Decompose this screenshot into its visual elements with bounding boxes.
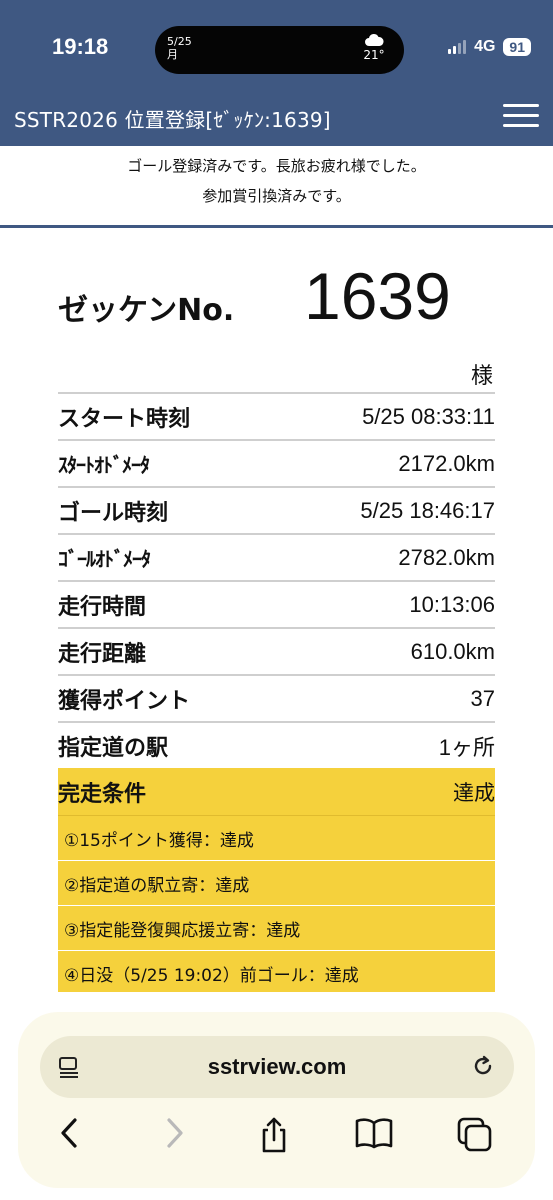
row-value: 37 xyxy=(470,685,495,711)
row-label: 走行時間 xyxy=(58,594,147,620)
browser-toolbar: sstrview.com xyxy=(18,1012,535,1188)
table-row: ゴール時刻 5/25 18:46:17 xyxy=(58,486,495,533)
back-icon[interactable] xyxy=(58,1116,82,1154)
table-row: ｽﾀｰﾄｵﾄﾞﾒｰﾀ 2172.0km xyxy=(58,439,495,486)
island-day: 月 xyxy=(167,48,178,61)
table-row: 獲得ポイント 37 xyxy=(58,674,495,721)
address-bar[interactable]: sstrview.com xyxy=(40,1036,514,1098)
zekken-number: 1639 xyxy=(304,259,451,333)
condition-item: ④日没（5/25 19:02）前ゴール：達成 xyxy=(64,966,359,986)
island-weather: 21° xyxy=(358,32,390,62)
network-type: 4G xyxy=(474,38,496,55)
island-date: 5/25 xyxy=(167,35,192,48)
table-row: 指定道の駅 1ヶ所 xyxy=(58,721,495,768)
table-row: 走行時間 10:13:06 xyxy=(58,580,495,627)
row-label: ｺﾞｰﾙｵﾄﾞﾒｰﾀ xyxy=(58,547,151,571)
conditions-status: 達成 xyxy=(453,780,495,805)
status-right: 4G 91 xyxy=(448,38,531,56)
status-time: 19:18 xyxy=(52,34,109,59)
cellular-signal-icon xyxy=(448,40,467,54)
completion-conditions: 完走条件 達成 ①15ポイント獲得：達成 ②指定道の駅立寄：達成 ③指定能登復興… xyxy=(58,768,495,992)
cloudy-night-icon xyxy=(365,33,384,46)
row-label: ゴール時刻 xyxy=(58,500,169,526)
honorific: 様 xyxy=(470,364,493,389)
app-header: SSTR2026 位置登録[ｾﾞｯｹﾝ:1639] xyxy=(0,96,553,146)
record-table: スタート時刻 5/25 08:33:11 ｽﾀｰﾄｵﾄﾞﾒｰﾀ 2172.0km… xyxy=(58,392,495,768)
row-value: 1ヶ所 xyxy=(438,734,495,760)
row-label: スタート時刻 xyxy=(58,406,191,432)
share-icon[interactable] xyxy=(258,1116,290,1158)
menu-icon[interactable] xyxy=(503,104,539,128)
row-label: ｽﾀｰﾄｵﾄﾞﾒｰﾀ xyxy=(58,453,150,477)
island-date-block: 5/25 月 xyxy=(167,35,192,61)
top-bar: 19:18 5/25 月 21° 4G 91 SSTR2026 位置登録[ｾﾞｯ… xyxy=(0,0,553,146)
condition-item: ②指定道の駅立寄：達成 xyxy=(58,861,495,906)
row-value: 10:13:06 xyxy=(409,591,495,617)
island-temperature: 21° xyxy=(363,48,385,62)
conditions-label: 完走条件 xyxy=(58,781,147,807)
table-row: ｺﾞｰﾙｵﾄﾞﾒｰﾀ 2782.0km xyxy=(58,533,495,580)
row-label: 指定道の駅 xyxy=(58,735,169,761)
bookmarks-icon[interactable] xyxy=(354,1116,394,1154)
row-label: 走行距離 xyxy=(58,641,147,667)
table-row: スタート時刻 5/25 08:33:11 xyxy=(58,392,495,439)
forward-icon[interactable] xyxy=(162,1116,186,1154)
page-title: SSTR2026 位置登録[ｾﾞｯｹﾝ:1639] xyxy=(14,108,331,132)
reload-icon[interactable] xyxy=(470,1053,496,1083)
row-value: 2782.0km xyxy=(398,544,495,570)
condition-item: ③指定能登復興応援立寄：達成 xyxy=(58,906,495,951)
zekken-label: ゼッケンNo. xyxy=(58,293,235,328)
row-value: 5/25 18:46:17 xyxy=(360,497,495,523)
row-value: 5/25 08:33:11 xyxy=(362,403,495,429)
row-value: 2172.0km xyxy=(398,450,495,476)
row-value: 610.0km xyxy=(410,638,495,664)
condition-item: ①15ポイント獲得：達成 xyxy=(58,816,495,861)
url-text[interactable]: sstrview.com xyxy=(40,1054,514,1080)
conditions-header: 完走条件 達成 xyxy=(58,768,495,816)
notice-prize: 参加賞引換済みです。 xyxy=(202,187,351,205)
status-bar: 19:18 5/25 月 21° 4G 91 xyxy=(0,0,553,96)
table-row: 走行距離 610.0km xyxy=(58,627,495,674)
notice-goal: ゴール登録済みです。長旅お疲れ様でした。 xyxy=(127,157,426,175)
tabs-icon[interactable] xyxy=(456,1116,494,1156)
battery-level: 91 xyxy=(503,38,531,56)
dynamic-island[interactable]: 5/25 月 21° xyxy=(155,26,404,74)
row-label: 獲得ポイント xyxy=(58,688,191,714)
notice-panel: ゴール登録済みです。長旅お疲れ様でした。 参加賞引換済みです。 xyxy=(0,146,553,228)
